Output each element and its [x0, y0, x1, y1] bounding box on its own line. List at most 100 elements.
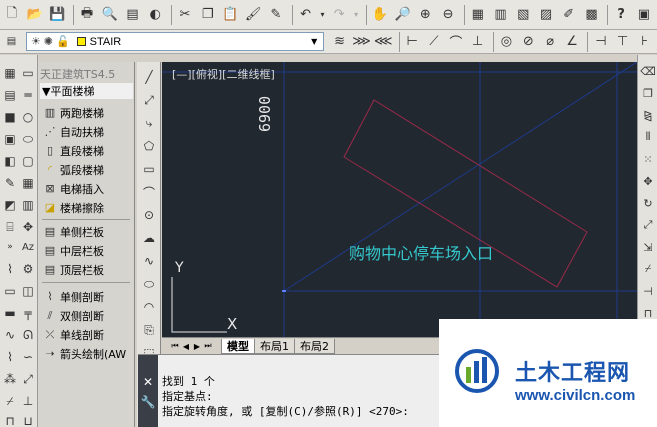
arc-icon[interactable]: ∿: [2, 327, 18, 343]
trim-icon[interactable]: ⌿: [640, 261, 656, 277]
menu-item-stair-erase[interactable]: ◪ 楼梯擦除: [42, 198, 104, 217]
calculator-icon[interactable]: ▩: [582, 5, 602, 25]
join-icon[interactable]: ⊔: [20, 413, 36, 427]
menu-section-header[interactable]: ▼平面楼梯: [40, 83, 133, 99]
ellipse-arc-icon[interactable]: ◠: [140, 298, 158, 316]
extend-icon[interactable]: ⊣: [640, 283, 656, 299]
copy-object-icon[interactable]: ❐: [640, 85, 656, 101]
help-icon[interactable]: ?: [611, 5, 631, 25]
dim-space-icon[interactable]: ⊦: [635, 32, 654, 52]
close-icon[interactable]: ✕: [138, 375, 158, 389]
sheetset-icon[interactable]: ▨: [536, 5, 556, 25]
circle-icon[interactable]: ○: [20, 109, 36, 125]
symbol-icon[interactable]: ⌇: [2, 261, 18, 277]
publish-icon[interactable]: ▤: [123, 5, 143, 25]
new-file-icon[interactable]: 🗋: [2, 5, 22, 25]
trim-icon[interactable]: ⌿: [2, 393, 18, 409]
text-icon[interactable]: Az: [20, 239, 36, 255]
polyline-icon[interactable]: ⤷: [140, 114, 158, 132]
break-icon[interactable]: ⊓: [2, 413, 18, 427]
menu-item-escalator[interactable]: ⋰ 自动扶梯: [42, 122, 105, 141]
roof-icon[interactable]: ◩: [2, 197, 18, 213]
chevron-down-icon[interactable]: ▼: [307, 35, 321, 48]
erase-icon[interactable]: ⌫: [640, 63, 656, 79]
polygon-icon[interactable]: ⬠: [140, 137, 158, 155]
dim-radius-icon[interactable]: ◎: [497, 32, 516, 52]
save-icon[interactable]: 💾: [47, 5, 67, 25]
next-tab-icon[interactable]: ▶: [192, 340, 202, 352]
dim-continue-icon[interactable]: ⊤: [613, 32, 632, 52]
dim-arc-icon[interactable]: ⌒: [446, 32, 465, 52]
line-icon[interactable]: ▭: [20, 65, 36, 81]
spline-icon[interactable]: ∽: [20, 349, 36, 365]
markup-icon[interactable]: ✐: [559, 5, 579, 25]
wrench-icon[interactable]: 🔧: [138, 395, 158, 409]
stretch-icon[interactable]: ⇲: [640, 239, 656, 255]
layer-dropdown[interactable]: ☀ ✺ 🔓 STAIR ▼: [25, 32, 325, 51]
menu-item-arc-stair[interactable]: ◜ 弧段楼梯: [42, 160, 104, 179]
insert-block-icon[interactable]: ⎘: [140, 321, 158, 339]
array-icon[interactable]: ⁂: [2, 371, 18, 387]
menu-item-arrow-draw[interactable]: ➝ 箭头绘制(AW: [42, 344, 126, 363]
match-icon[interactable]: 🖌: [243, 5, 263, 25]
arc-icon[interactable]: ⌒: [140, 183, 158, 201]
tool-palette-icon[interactable]: ▧: [513, 5, 533, 25]
command-prompt-line[interactable]: 指定旋转角度, 或 [复制(C)/参照(R)] <270>:: [162, 403, 409, 419]
menu-item-straight-stair[interactable]: ▯ 直段楼梯: [42, 141, 104, 160]
circle-icon[interactable]: ⊙: [140, 206, 158, 224]
line-icon[interactable]: ╱: [140, 68, 158, 86]
scale-icon[interactable]: ⤢: [20, 371, 36, 387]
ellipse-icon[interactable]: ⬭: [20, 131, 36, 147]
extend-icon[interactable]: ⊥: [20, 393, 36, 409]
tab-model[interactable]: 模型: [221, 338, 255, 354]
line2-icon[interactable]: ═: [20, 87, 36, 103]
first-tab-icon[interactable]: ⏮: [170, 340, 180, 352]
dim-diameter-icon[interactable]: ⌀: [541, 32, 560, 52]
array-icon[interactable]: ⁙: [640, 151, 656, 167]
tab-layout2[interactable]: 布局2: [294, 338, 335, 354]
annotation-text[interactable]: 购物中心停车场入口: [349, 240, 493, 264]
tab-layout1[interactable]: 布局1: [254, 338, 295, 354]
menu-item-elevator[interactable]: ⊠ 电梯插入: [42, 179, 104, 198]
wave-icon[interactable]: ᘏ: [20, 327, 36, 343]
undo-dropdown-icon[interactable]: ▾: [319, 5, 327, 25]
stairs-icon[interactable]: ▥: [20, 197, 36, 213]
viewport-label[interactable]: [—][俯视][二维线框]: [172, 66, 275, 82]
command-line-handle[interactable]: ✕ 🔧: [138, 355, 158, 427]
grid-icon[interactable]: ▦: [20, 175, 36, 191]
3d-icon[interactable]: ◐: [145, 5, 165, 25]
mirror-icon[interactable]: ⧎: [640, 107, 656, 123]
zigzag-icon[interactable]: ⌇: [2, 349, 18, 365]
square-icon[interactable]: ▢: [20, 153, 36, 169]
block-edit-icon[interactable]: ✎: [266, 5, 286, 25]
wall-icon[interactable]: ▤: [2, 87, 18, 103]
prev-tab-icon[interactable]: ◀: [181, 340, 191, 352]
last-tab-icon[interactable]: ⏭: [203, 340, 213, 352]
rectangle-icon[interactable]: ▭: [140, 160, 158, 178]
properties-icon[interactable]: ▦: [468, 5, 488, 25]
drawing-canvas[interactable]: [—][俯视][二维线框] 6900 购物中心停车场入口 Y X: [162, 62, 637, 337]
dim-angular-icon[interactable]: ∠: [563, 32, 582, 52]
construction-line-icon[interactable]: ⤢: [140, 91, 158, 109]
move-icon[interactable]: ✥: [640, 173, 656, 189]
rotate-icon[interactable]: ↻: [640, 195, 656, 211]
extra-icon[interactable]: ▣: [634, 5, 654, 25]
dim-aligned-icon[interactable]: ⟋: [425, 32, 444, 52]
design-center-icon[interactable]: ▥: [491, 5, 511, 25]
zoom-realtime-icon[interactable]: 🔎: [393, 5, 413, 25]
menu-item-mid-rail[interactable]: ▤ 中层栏板: [42, 241, 104, 260]
menu-item-line-break[interactable]: ⤫ 单线剖断: [42, 325, 104, 344]
door-icon[interactable]: ▣: [2, 131, 18, 147]
menu-item-double-stair[interactable]: ▥ 两跑楼梯: [42, 103, 104, 122]
move-icon[interactable]: ✥: [20, 219, 36, 235]
layer-match-icon[interactable]: ⋘: [374, 32, 393, 52]
zoom-window-icon[interactable]: ⊕: [415, 5, 435, 25]
layer-previous-icon[interactable]: ≋: [330, 32, 349, 52]
dim-icon[interactable]: ⌸: [2, 219, 18, 235]
print-icon[interactable]: 🖶: [77, 5, 97, 25]
preview-icon[interactable]: 🔍: [100, 5, 120, 25]
elevation-icon[interactable]: ▬: [2, 305, 18, 321]
window-icon[interactable]: ◧: [2, 153, 18, 169]
pipe-icon[interactable]: ╤: [20, 305, 36, 321]
room-icon[interactable]: ✎: [2, 175, 18, 191]
